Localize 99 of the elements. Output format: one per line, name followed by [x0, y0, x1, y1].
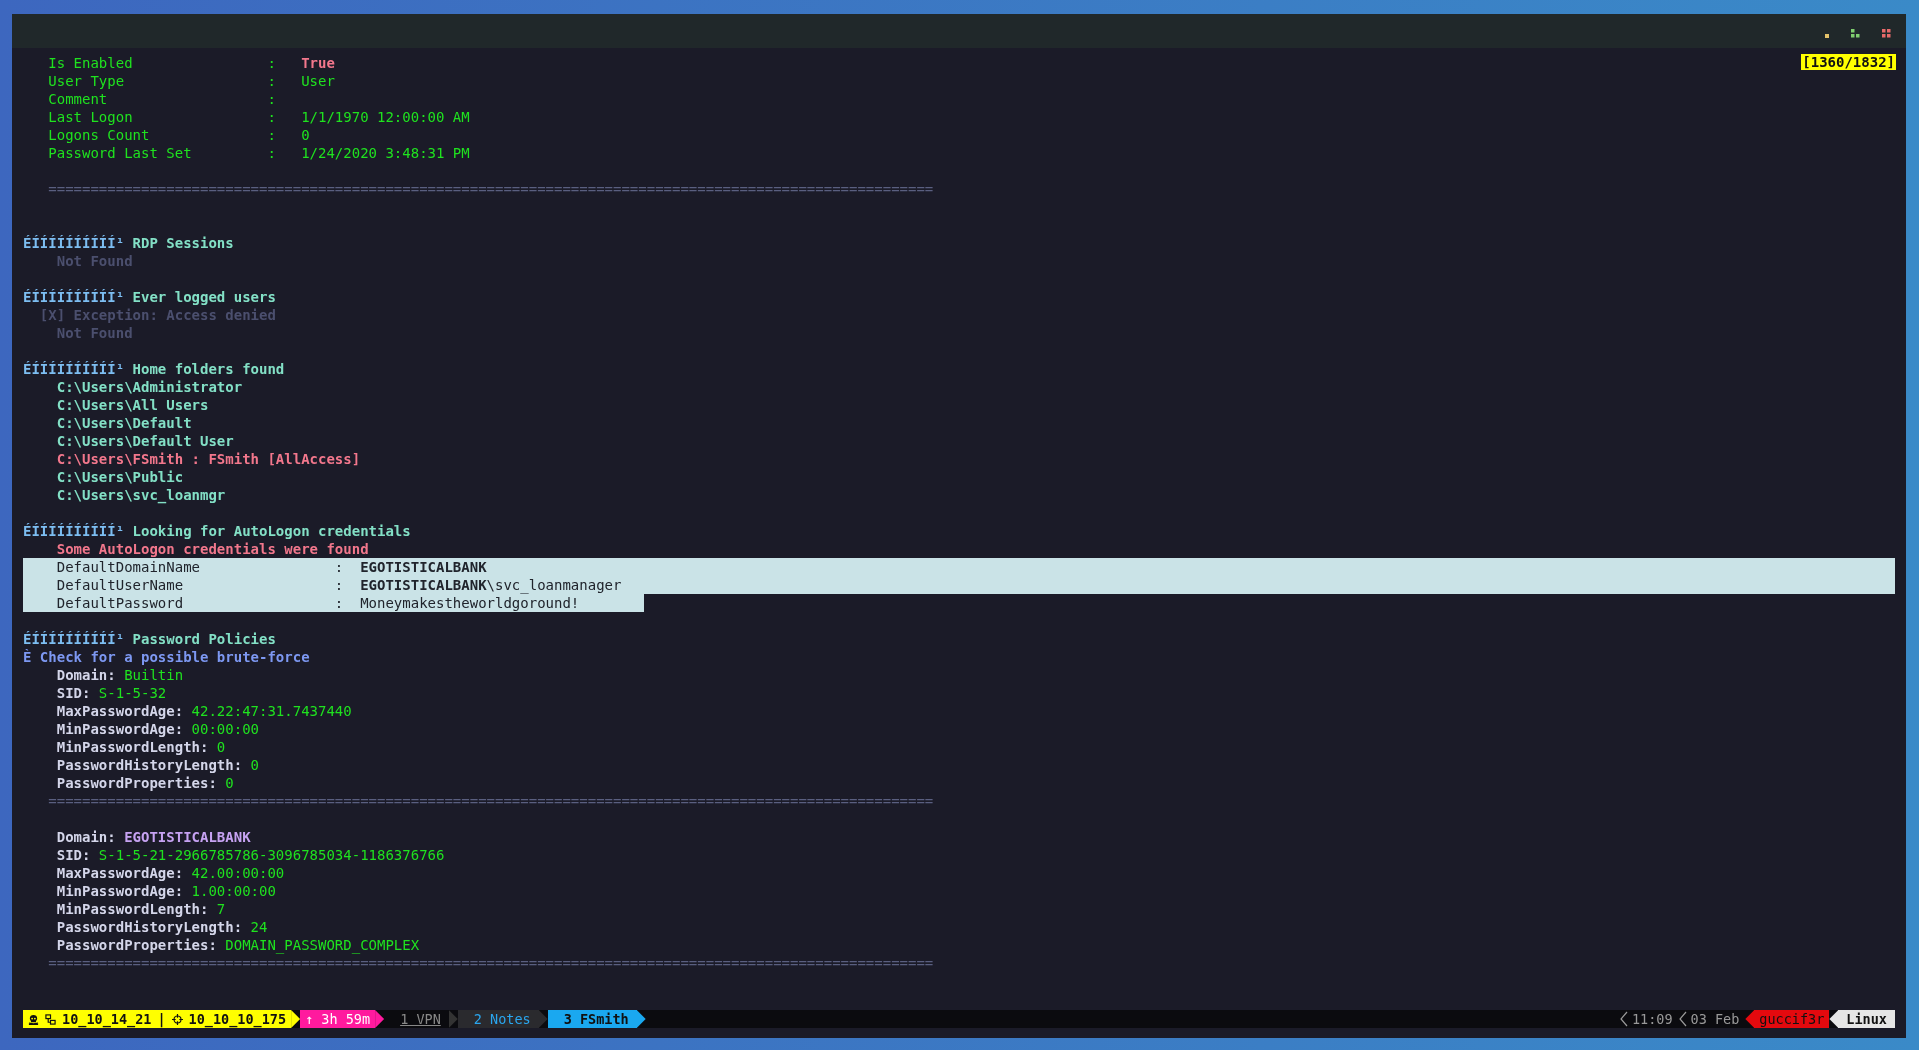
status-message: Not Found	[56, 324, 133, 342]
policy-key: PasswordHistoryLength:	[56, 918, 243, 936]
field-label: Comment	[48, 90, 109, 108]
policy-value: 42.22:47:31.7437440	[191, 702, 352, 720]
policy-key: PasswordHistoryLength:	[56, 756, 243, 774]
credential-value: Moneymakestheworldgoround!	[360, 594, 580, 612]
field-separator: :	[267, 108, 276, 126]
field-separator: :	[267, 54, 276, 72]
skull-icon	[28, 1013, 39, 1025]
user-segment: guccif3r	[1754, 1010, 1830, 1028]
field-label: Logons Count	[48, 126, 151, 144]
policy-value: S-1-5-32	[98, 684, 167, 702]
network-icon	[45, 1013, 56, 1025]
window-tab[interactable]: 1 VPN	[384, 1010, 449, 1028]
host-ip: 10_10_14_21	[62, 1010, 152, 1028]
field-separator: :	[267, 90, 276, 108]
policy-value: DOMAIN_PASSWORD_COMPLEX	[225, 936, 420, 954]
policy-key: Domain:	[56, 666, 116, 684]
field-label: Is Enabled	[48, 54, 134, 72]
uptime-segment: ↑ 3h 59m	[300, 1010, 376, 1028]
policy-key: SID:	[56, 684, 91, 702]
section-marker: ÉÍÍÍÍÍÍÍÍÍÍ¹	[23, 234, 125, 252]
field-separator: :	[267, 72, 276, 90]
field-value: True	[301, 54, 335, 72]
window-tab[interactable]: 3 FSmith	[547, 1010, 637, 1028]
section-title: RDP Sessions	[132, 234, 234, 252]
separator-line: =========================================================================================================	[48, 792, 934, 810]
policy-value: 1.00:00:00	[191, 882, 276, 900]
policy-value: 42.00:00:00	[191, 864, 285, 882]
field-value: 1/24/2020 3:48:31 PM	[301, 144, 470, 162]
policy-value: 0	[216, 738, 226, 756]
field-label: Password Last Set	[48, 144, 193, 162]
section-marker: ÉÍÍÍÍÍÍÍÍÍÍ¹	[23, 630, 125, 648]
section-title: Home folders found	[132, 360, 285, 378]
clock-time: 11:09	[1631, 1010, 1673, 1028]
field-value: 1/1/1970 12:00:00 AM	[301, 108, 470, 126]
credential-label: DefaultDomainName	[56, 558, 201, 576]
field-value: 0	[301, 126, 310, 144]
field-separator: :	[267, 144, 276, 162]
date-text: 03 Feb	[1690, 1010, 1740, 1028]
minimize-icon[interactable]	[1825, 33, 1829, 38]
policy-key: MaxPasswordAge:	[56, 864, 184, 882]
policy-key: MinPasswordLength:	[56, 738, 209, 756]
policy-value: 0	[225, 774, 234, 792]
credential-separator: :	[334, 594, 344, 612]
policy-value: 0	[250, 756, 259, 774]
policy-key: MinPasswordAge:	[56, 720, 184, 738]
section-marker: ÉÍÍÍÍÍÍÍÍÍÍ¹	[23, 288, 125, 306]
section-title: Looking for AutoLogon credentials	[132, 522, 411, 540]
output-line: C:\Users\Public	[56, 468, 184, 486]
check-hint: È Check for a possible brute-force	[23, 648, 310, 666]
policy-value: 00:00:00	[191, 720, 259, 738]
field-label: Last Logon	[48, 108, 134, 126]
output-line: C:\Users\svc_loanmgr	[56, 486, 226, 504]
separator-line: =========================================================================================================	[48, 180, 934, 198]
credential-value: EGOTISTICALBANK	[360, 558, 487, 576]
crosshair-icon	[171, 1013, 183, 1025]
credential-label: DefaultUserName	[56, 576, 185, 594]
os-segment: Linux	[1838, 1010, 1895, 1028]
section-title: Ever logged users	[132, 288, 276, 306]
credential-separator: :	[334, 558, 344, 576]
chevron-icon	[1678, 1011, 1687, 1027]
status-message: Not Found	[56, 252, 133, 270]
close-icon[interactable]	[1882, 28, 1891, 38]
policy-value: S-1-5-21-2966785786-3096785034-1186376766	[98, 846, 445, 864]
section-title: Password Policies	[132, 630, 276, 648]
output-line: C:\Users\Default	[56, 414, 192, 432]
separator-line: =========================================================================================================	[48, 954, 934, 972]
policy-value: Builtin	[124, 666, 184, 684]
error-message: [X] Exception: Access denied	[39, 306, 276, 324]
output-line: Some AutoLogon credentials were found	[56, 540, 369, 558]
window-tab[interactable]: 2 Notes	[457, 1010, 539, 1028]
policy-key: Domain:	[56, 828, 116, 846]
ip-divider: |	[157, 1010, 166, 1028]
credential-separator: :	[334, 576, 344, 594]
output-line: C:\Users\Default User	[56, 432, 234, 450]
policy-value: EGOTISTICALBANK	[124, 828, 251, 846]
line-counter: [1360/1832]	[1801, 54, 1896, 70]
policy-value: 24	[250, 918, 268, 936]
field-value: User	[301, 72, 335, 90]
policy-key: SID:	[56, 846, 91, 864]
policy-key: PasswordProperties:	[56, 774, 217, 792]
field-label: User Type	[48, 72, 126, 90]
target-ip: 10_10_10_175	[188, 1010, 287, 1028]
section-marker: ÉÍÍÍÍÍÍÍÍÍÍ¹	[23, 360, 125, 378]
credential-value: EGOTISTICALBANK\svc_loanmanager	[360, 576, 622, 594]
output-line: C:\Users\FSmith : FSmith [AllAccess]	[56, 450, 361, 468]
policy-key: MinPasswordLength:	[56, 900, 209, 918]
policy-key: PasswordProperties:	[56, 936, 217, 954]
field-separator: :	[267, 126, 276, 144]
chevron-icon	[1619, 1011, 1628, 1027]
policy-key: MinPasswordAge:	[56, 882, 184, 900]
section-marker: ÉÍÍÍÍÍÍÍÍÍÍ¹	[23, 522, 125, 540]
output-line: C:\Users\Administrator	[56, 378, 243, 396]
credential-label: DefaultPassword	[56, 594, 185, 612]
policy-value: 7	[216, 900, 226, 918]
policy-key: MaxPasswordAge:	[56, 702, 184, 720]
output-line: C:\Users\All Users	[56, 396, 209, 414]
maximize-icon[interactable]	[1851, 28, 1860, 38]
